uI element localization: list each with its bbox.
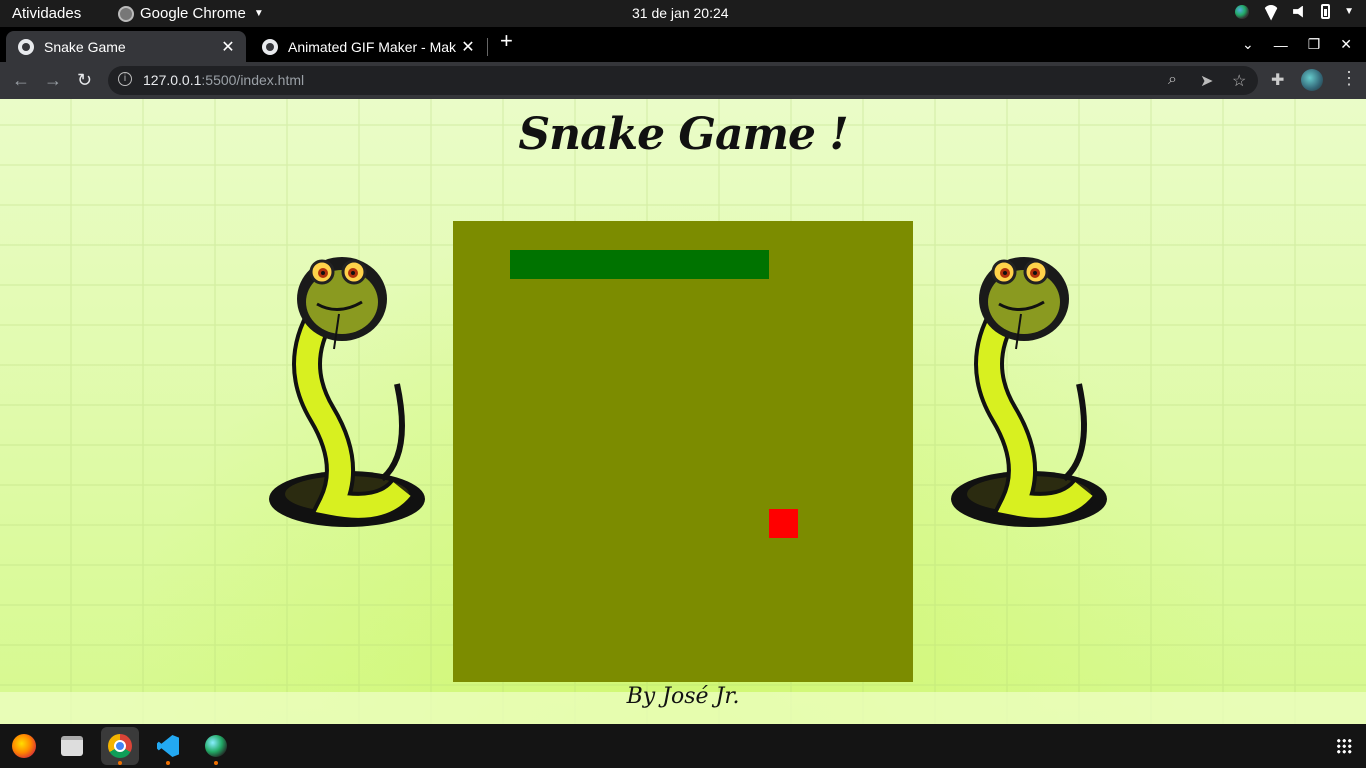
close-icon[interactable]: ✕ [460, 37, 476, 57]
close-window-button[interactable]: ✕ [1340, 36, 1352, 53]
dock-chrome[interactable] [101, 727, 139, 765]
system-tray[interactable]: ▼ [1235, 4, 1354, 19]
reload-button[interactable]: ↻ [77, 70, 92, 91]
tab-title: Snake Game [44, 38, 126, 55]
files-icon [61, 736, 83, 756]
globe-icon [205, 735, 227, 757]
chevron-down-icon: ▼ [253, 8, 264, 19]
show-applications-icon[interactable] [1336, 738, 1352, 754]
app-menu[interactable]: Google Chrome ▼ [118, 5, 264, 22]
globe-icon [18, 38, 34, 55]
cobra-illustration-left [269, 257, 425, 527]
globe-icon [262, 38, 278, 55]
minimize-button[interactable]: — [1274, 37, 1288, 53]
food-pellet [769, 509, 798, 538]
maximize-button[interactable]: ❐ [1308, 36, 1321, 53]
send-icon[interactable]: ➤ [1200, 71, 1213, 91]
profile-avatar[interactable] [1301, 69, 1323, 91]
snake-body [510, 250, 769, 279]
activities-button[interactable]: Atividades [12, 5, 81, 22]
dock [0, 724, 1366, 768]
dock-vscode[interactable] [149, 727, 187, 765]
bookmark-star-icon[interactable]: ☆ [1232, 71, 1246, 91]
tab-search-icon[interactable]: ⌄ [1242, 36, 1254, 53]
tab-title: Animated GIF Maker - Mak [288, 38, 457, 55]
dock-files[interactable] [53, 727, 91, 765]
url-host: 127.0.0.1 [143, 72, 202, 88]
close-icon[interactable]: ✕ [220, 37, 236, 57]
url-path: :5500/index.html [201, 72, 305, 88]
window-controls: ⌄ — ❐ ✕ [1242, 27, 1366, 62]
clock[interactable]: 31 de jan 20:24 [632, 5, 729, 21]
game-board[interactable] [453, 221, 913, 682]
tab-gif-maker[interactable]: Animated GIF Maker - Mak ✕ [250, 31, 486, 62]
page-title: Snake Game ! [518, 109, 848, 160]
forward-button[interactable]: → [44, 70, 62, 91]
web-page: Snake Game ! By José Jr. [0, 99, 1366, 724]
author-credit: By José Jr. [626, 684, 740, 709]
app-name: Google Chrome [140, 5, 246, 22]
battery-icon [1321, 4, 1331, 19]
dock-firefox[interactable] [5, 727, 43, 765]
extensions-puzzle-icon[interactable]: ✚ [1271, 70, 1284, 90]
tab-separator [487, 38, 488, 56]
dock-globe-app[interactable] [197, 727, 235, 765]
globe-icon[interactable] [1235, 4, 1250, 19]
cobra-illustration-right [951, 257, 1107, 527]
address-bar[interactable]: i 127.0.0.1:5500/index.html ⌕ ➤ ☆ [108, 66, 1258, 95]
system-top-bar: Atividades Google Chrome ▼ 31 de jan 20:… [0, 0, 1366, 27]
info-icon[interactable]: i [118, 72, 132, 86]
chevron-down-icon: ▼ [1344, 6, 1354, 17]
wifi-icon [1263, 5, 1279, 19]
vscode-icon [157, 735, 179, 757]
url-text[interactable]: 127.0.0.1:5500/index.html [143, 72, 304, 88]
browser-toolbar: ← → ↻ i 127.0.0.1:5500/index.html ⌕ ➤ ☆ … [0, 62, 1366, 99]
zoom-icon[interactable]: ⌕ [1168, 71, 1177, 89]
back-button[interactable]: ← [12, 70, 30, 91]
firefox-icon [12, 734, 36, 758]
tab-strip: Snake Game ✕ Animated GIF Maker - Mak ✕ [0, 27, 1366, 62]
running-indicator [166, 761, 170, 765]
chrome-app-icon [118, 5, 134, 22]
chrome-icon [108, 734, 132, 758]
more-menu-icon[interactable]: ⋮ [1340, 68, 1358, 89]
volume-icon [1293, 5, 1303, 18]
tab-snake-game[interactable]: Snake Game ✕ [6, 31, 246, 62]
running-indicator [118, 761, 122, 765]
new-tab-button[interactable]: + [500, 30, 513, 52]
running-indicator [214, 761, 218, 765]
